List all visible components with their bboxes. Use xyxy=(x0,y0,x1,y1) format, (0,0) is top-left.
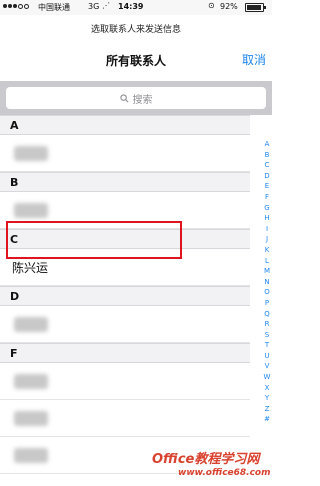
section-header-a: A xyxy=(0,115,250,135)
section-header-b: B xyxy=(0,172,250,192)
index-letter-q[interactable]: Q xyxy=(264,309,270,320)
watermark-title: Office教程学习网 xyxy=(152,452,260,467)
index-letter-j[interactable]: J xyxy=(266,234,268,245)
carrier-label: 中国联通 xyxy=(38,3,70,12)
index-letter-l[interactable]: L xyxy=(265,256,269,267)
index-letter-v[interactable]: V xyxy=(265,361,270,372)
blurred-contact-name xyxy=(14,146,48,161)
clock: 14:39 xyxy=(118,2,144,11)
index-letter-o[interactable]: O xyxy=(264,287,270,298)
cancel-button[interactable]: 取消 xyxy=(242,51,266,68)
contact-row[interactable] xyxy=(0,306,250,343)
contact-row[interactable] xyxy=(0,400,250,437)
index-letter-hash[interactable]: # xyxy=(264,414,270,425)
section-index[interactable]: A B C D E F G H I J K L M N O P Q R S T U V W X Y Z # xyxy=(262,139,272,425)
blurred-contact-name xyxy=(14,203,48,218)
search-icon xyxy=(119,93,128,102)
index-letter-h[interactable]: H xyxy=(264,213,269,224)
index-letter-u[interactable]: U xyxy=(264,351,269,362)
contact-row[interactable] xyxy=(0,135,250,172)
index-letter-r[interactable]: R xyxy=(265,319,270,330)
index-letter-g[interactable]: G xyxy=(264,203,269,214)
index-letter-c[interactable]: C xyxy=(265,160,270,171)
activity-icon: ⋰ xyxy=(102,1,110,10)
signal-strength-icon xyxy=(3,4,29,9)
index-letter-z[interactable]: Z xyxy=(265,404,270,415)
prompt-text: 选取联系人来发送信息 xyxy=(90,25,181,35)
blurred-contact-name xyxy=(14,411,48,426)
index-letter-n[interactable]: N xyxy=(264,277,269,288)
contact-list: A B C 陈兴运 D F xyxy=(0,115,250,474)
battery-icon xyxy=(245,3,266,12)
network-type-label: 3G xyxy=(88,2,100,11)
search-placeholder: 搜索 xyxy=(132,94,153,106)
index-letter-s[interactable]: S xyxy=(265,330,269,341)
index-letter-k[interactable]: K xyxy=(265,245,270,256)
index-letter-f[interactable]: F xyxy=(265,192,269,203)
page-title: 所有联系人 xyxy=(105,54,166,68)
blurred-contact-name xyxy=(14,448,48,463)
index-letter-p[interactable]: P xyxy=(265,298,269,309)
index-letter-x[interactable]: X xyxy=(265,383,270,394)
blurred-contact-name xyxy=(14,374,48,389)
index-letter-m[interactable]: M xyxy=(264,266,270,277)
rotation-lock-icon: ⊙ xyxy=(208,1,215,10)
index-letter-y[interactable]: Y xyxy=(265,393,269,404)
highlight-box xyxy=(6,221,182,259)
section-header-d: D xyxy=(0,286,250,306)
index-letter-t[interactable]: T xyxy=(265,340,269,351)
index-letter-b[interactable]: B xyxy=(265,150,270,161)
status-bar: 中国联通 3G ⋰ 14:39 ⊙ 92% xyxy=(0,0,272,15)
search-bar: 搜索 xyxy=(0,81,272,115)
contact-row[interactable] xyxy=(0,363,250,400)
search-input[interactable]: 搜索 xyxy=(6,87,266,109)
index-letter-w[interactable]: W xyxy=(264,372,271,383)
index-letter-a[interactable]: A xyxy=(265,139,270,150)
section-header-f: F xyxy=(0,343,250,363)
index-letter-d[interactable]: D xyxy=(264,171,269,182)
battery-percent: 92% xyxy=(220,2,238,11)
index-letter-e[interactable]: E xyxy=(265,181,269,192)
watermark-url: www.office68.com xyxy=(178,468,271,478)
navigation-bar: 所有联系人 取消 xyxy=(0,43,272,75)
contact-name: 陈兴运 xyxy=(12,261,49,275)
blurred-contact-name xyxy=(14,317,48,332)
index-letter-i[interactable]: I xyxy=(266,224,268,235)
